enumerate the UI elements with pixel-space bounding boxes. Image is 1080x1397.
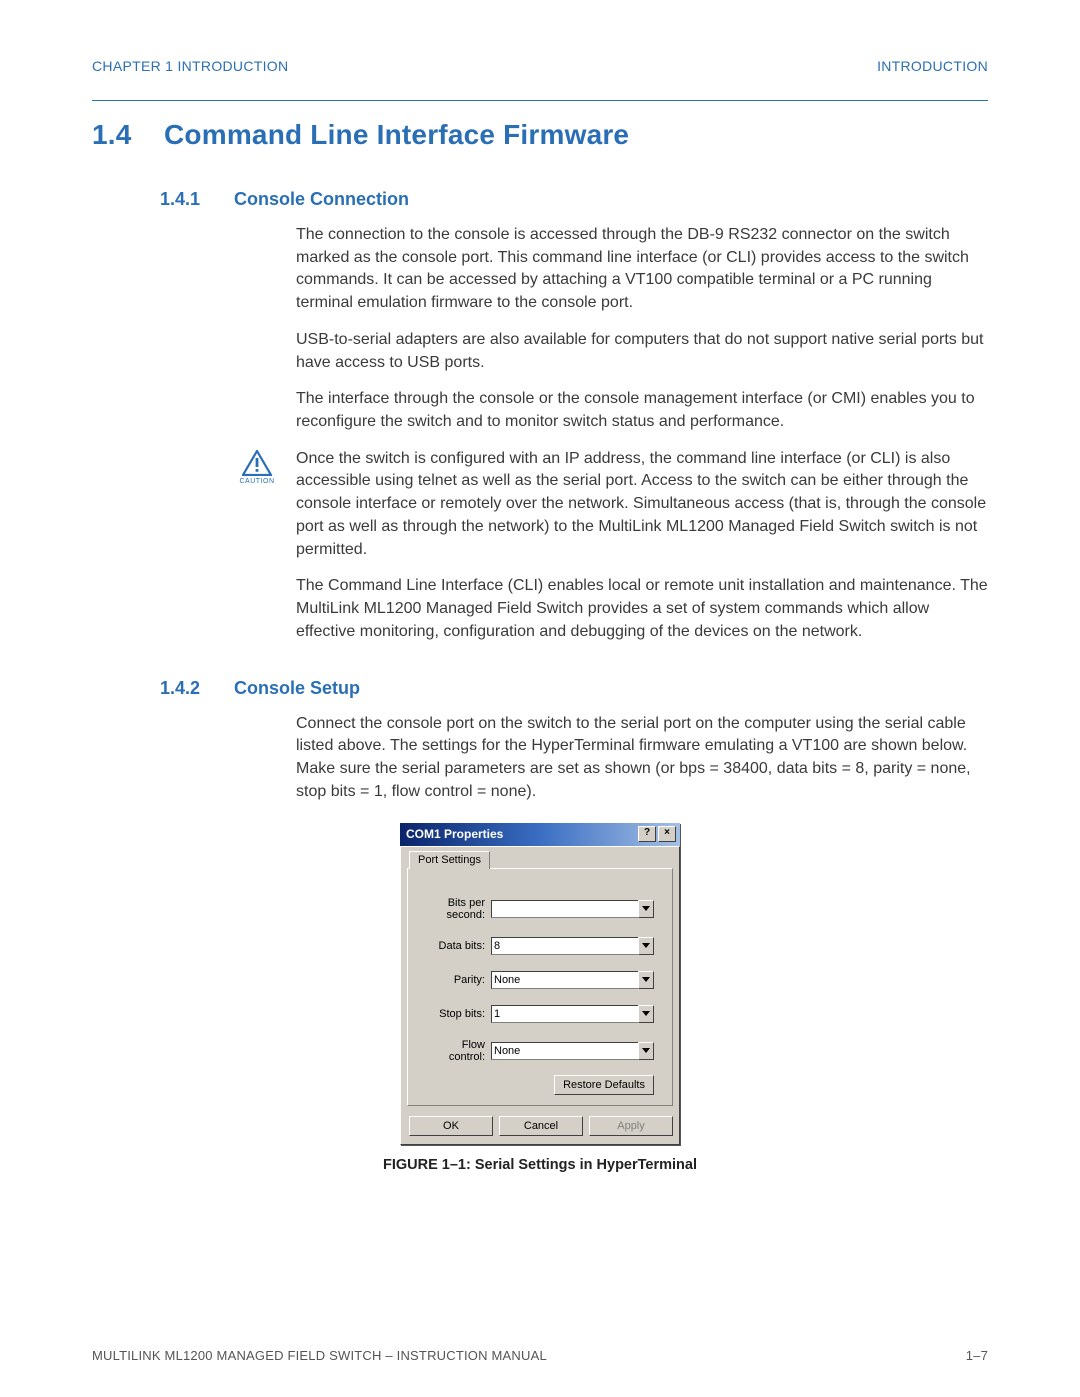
dropdown-icon[interactable] [638,900,654,918]
section-heading: 1.4 Command Line Interface Firmware [92,119,988,151]
com1-properties-dialog: COM1 Properties ? × Port Settings Bits p… [400,823,680,1145]
subsection-heading-1: 1.4.1 Console Connection [92,189,988,210]
field-parity: Parity: [426,971,654,989]
footer-right: 1–7 [966,1348,988,1363]
paragraph: Connect the console port on the switch t… [296,713,988,804]
data-bits-input[interactable] [491,937,638,955]
subsection-title: Console Setup [234,678,360,699]
section-number: 1.4 [92,119,138,151]
caution-label: CAUTION [240,478,275,485]
dropdown-icon[interactable] [638,971,654,989]
runhead-right: INTRODUCTION [877,58,988,74]
paragraph: Once the switch is configured with an IP… [296,448,988,562]
dropdown-icon[interactable] [638,1005,654,1023]
subsection-title: Console Connection [234,189,409,210]
close-icon[interactable]: × [658,826,676,842]
figure-caption: FIGURE 1–1: Serial Settings in HyperTerm… [92,1157,988,1173]
tab-panel: Bits per second: Data bits: [407,868,673,1106]
field-label: Data bits: [426,940,491,952]
stop-bits-input[interactable] [491,1005,638,1023]
paragraph: The connection to the console is accesse… [296,224,988,315]
running-header: CHAPTER 1 INTRODUCTION INTRODUCTION [92,58,988,74]
field-flow-control: Flow control: [426,1039,654,1063]
field-label: Bits per second: [426,897,491,921]
header-rule [92,100,988,101]
restore-defaults-button[interactable]: Restore Defaults [554,1075,654,1095]
dropdown-icon[interactable] [638,1042,654,1060]
field-stop-bits: Stop bits: [426,1005,654,1023]
paragraph: The Command Line Interface (CLI) enables… [296,575,988,643]
footer-left: MULTILINK ML1200 MANAGED FIELD SWITCH – … [92,1348,547,1363]
ok-button[interactable]: OK [409,1116,493,1136]
caution-icon: CAUTION [236,450,278,487]
subsection-number: 1.4.1 [160,189,212,210]
flow-control-input[interactable] [491,1042,638,1060]
bits-per-second-input[interactable] [491,900,638,918]
help-icon[interactable]: ? [638,826,656,842]
paragraph: USB-to-serial adapters are also availabl… [296,329,988,374]
parity-input[interactable] [491,971,638,989]
field-bits-per-second: Bits per second: [426,897,654,921]
tab-port-settings[interactable]: Port Settings [409,851,490,869]
field-data-bits: Data bits: [426,937,654,955]
runhead-left: CHAPTER 1 INTRODUCTION [92,58,288,74]
subsection-number: 1.4.2 [160,678,212,699]
dialog-titlebar: COM1 Properties ? × [400,823,680,846]
field-label: Flow control: [426,1039,491,1063]
field-label: Parity: [426,974,491,986]
subsection-2-body: Connect the console port on the switch t… [296,713,988,804]
apply-button[interactable]: Apply [589,1116,673,1136]
page-footer: MULTILINK ML1200 MANAGED FIELD SWITCH – … [92,1348,988,1363]
subsection-heading-2: 1.4.2 Console Setup [92,678,988,699]
subsection-1-body: The connection to the console is accesse… [296,224,988,644]
cancel-button[interactable]: Cancel [499,1116,583,1136]
dropdown-icon[interactable] [638,937,654,955]
field-label: Stop bits: [426,1008,491,1020]
paragraph: The interface through the console or the… [296,388,988,433]
dialog-title-text: COM1 Properties [406,827,503,841]
section-title: Command Line Interface Firmware [164,119,629,151]
